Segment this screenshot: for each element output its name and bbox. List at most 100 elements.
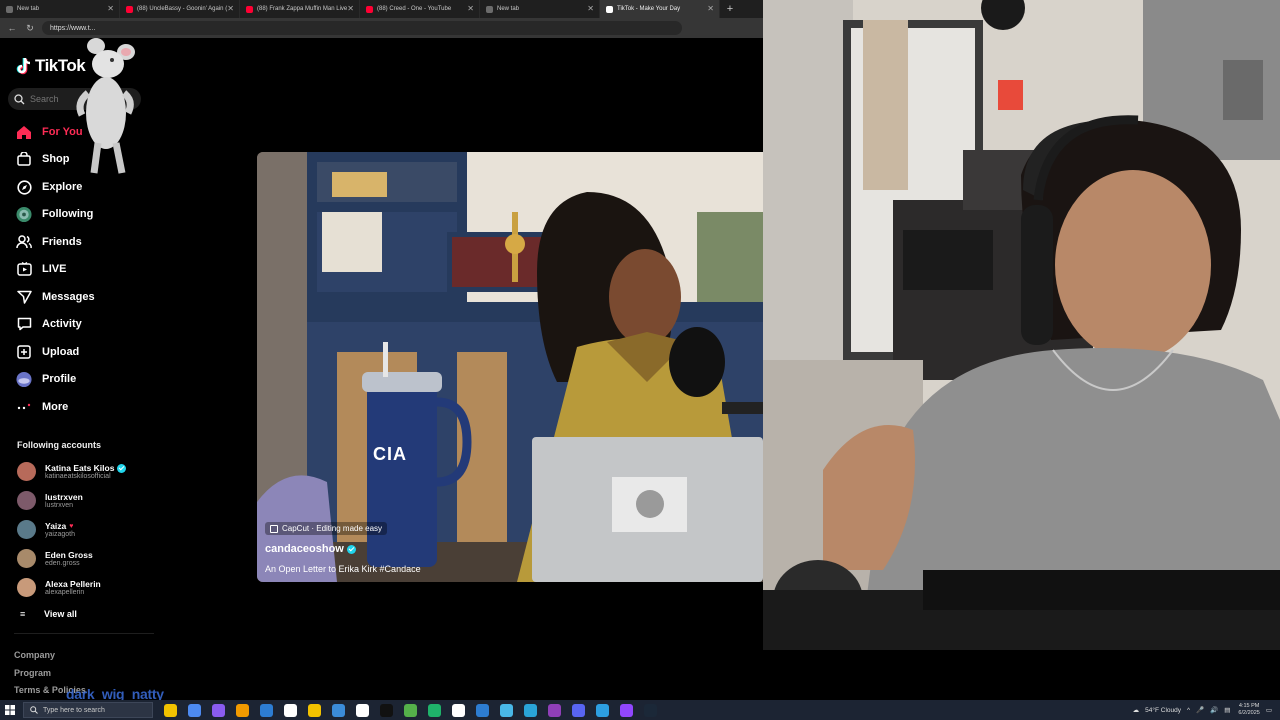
taskbar-app-icon[interactable] [284,703,297,717]
taskbar-app-icon[interactable] [524,703,537,717]
taskbar-search[interactable]: Type here to search [23,702,153,718]
reload-icon[interactable]: ↻ [24,22,36,34]
browser-tab-active[interactable]: TikTok - Make Your Day ✕ [600,0,720,18]
shop-icon [16,151,32,167]
nav-live[interactable]: LIVE [16,260,66,278]
taskbar-app-icon[interactable] [452,703,465,717]
taskbar-app-icon[interactable] [596,703,609,717]
nav-label: Profile [42,373,77,385]
taskbar-app-icon[interactable] [428,703,441,717]
network-icon[interactable]: ▤ [1224,706,1230,714]
account-item[interactable]: Alexa Pellerin alexapellerin [17,578,101,597]
close-icon[interactable]: ✕ [467,4,474,13]
view-all-button[interactable]: ≡ View all [20,609,77,619]
nav-more[interactable]: More [16,398,68,416]
taskbar-app-icon[interactable] [476,703,489,717]
nav-for-you[interactable]: For You [16,123,83,141]
youtube-icon [246,5,253,13]
nav-explore[interactable]: Explore [16,178,82,196]
account-username: eden.gross [45,560,80,567]
browser-tab[interactable]: (88) Creed - One - YouTube ✕ [360,0,480,18]
account-item[interactable]: lustrxven lustrxven [17,491,83,510]
account-item[interactable]: Eden Gross eden.gross [17,549,93,568]
close-icon[interactable]: ✕ [587,4,594,13]
taskbar-app-icon[interactable] [332,703,345,717]
windows-start-button[interactable] [0,700,20,720]
taskbar-app-icon[interactable] [404,703,417,717]
close-icon[interactable]: ✕ [347,4,354,13]
taskbar-app-icon[interactable] [164,703,177,717]
notification-icon[interactable]: ▭ [1266,706,1272,714]
list-icon: ≡ [20,609,26,619]
divider [14,633,154,634]
nav-label: More [42,401,69,413]
more-icon [16,399,32,415]
nav-label: Explore [42,181,83,193]
nav-following[interactable]: Following [16,205,93,223]
windows-taskbar: Type here to search ☁ 54°F Cloudy ^ 🎤 🔊 … [0,700,1280,720]
webcam-image [763,0,1280,650]
account-username: katinaeatskilosofficial [45,473,111,480]
nav-profile[interactable]: Profile [16,370,76,388]
taskbar-app-icon[interactable] [548,703,561,717]
nav-messages[interactable]: Messages [16,288,95,306]
nav-activity[interactable]: Activity [16,315,82,333]
taskbar-app-icon[interactable] [500,703,513,717]
navigation-bar: ← ↻ https://www.t... [0,18,763,38]
nav-label: Following [42,208,94,220]
account-name: Eden Gross [45,550,93,560]
taskbar-app-icon[interactable] [308,703,321,717]
browser-tab[interactable]: New tab ✕ [480,0,600,18]
footer-link-company[interactable]: Company [14,650,55,660]
close-icon[interactable]: ✕ [707,4,714,13]
tab-title: New tab [17,6,40,12]
account-username: yaizagoth [45,531,75,538]
tiktok-icon [606,5,613,13]
tab-title: (88) Frank Zappa Muffin Man Live [257,6,348,12]
browser-tab[interactable]: (88) UncleBassy - Goonin' Again (✕ [120,0,240,18]
weather-text[interactable]: 54°F Cloudy [1145,707,1181,714]
account-item[interactable]: Katina Eats Kilos katinaeatskilosofficia… [17,462,127,481]
nav-friends[interactable]: Friends [16,233,82,251]
clock[interactable]: 4:15 PM 6/2/2025 [1238,703,1259,717]
taskbar-app-icon[interactable] [236,703,249,717]
account-item[interactable]: Yaiza ♥ yaizagoth [17,520,75,539]
browser-tab[interactable]: New tab ✕ [0,0,120,18]
taskbar-app-icon[interactable] [212,703,225,717]
capcut-icon [270,524,278,533]
nav-shop[interactable]: Shop [16,150,70,168]
taskbar-app-icon[interactable] [260,703,273,717]
browser-tab[interactable]: (88) Frank Zappa Muffin Man Live ✕ [240,0,360,18]
new-tab-button[interactable]: + [720,0,740,18]
taskbar-app-icon[interactable] [572,703,585,717]
video-player[interactable]: CIA CapCut · Editing made easy candaceos… [257,152,763,582]
tab-strip: New tab ✕ (88) UncleBassy - Goonin' Again… [0,0,763,18]
capcut-label: CapCut · Editing made easy [282,524,383,533]
nav-upload[interactable]: Upload [16,343,79,361]
close-icon[interactable]: ✕ [107,4,114,13]
back-icon[interactable]: ← [6,22,18,34]
footer-link-program[interactable]: Program [14,668,51,678]
close-icon[interactable]: ✕ [227,4,234,13]
webcam-feed [763,0,1280,650]
profile-avatar-icon [16,371,32,387]
avatar [17,578,36,597]
avatar [17,549,36,568]
taskbar-app-icon[interactable] [644,703,657,717]
volume-icon[interactable]: 🔊 [1210,706,1218,714]
nav-label: Messages [42,291,95,303]
taskbar-app-icon[interactable] [356,703,369,717]
tiktok-note-icon [16,57,32,75]
address-bar[interactable]: https://www.t... [42,21,682,35]
capcut-badge[interactable]: CapCut · Editing made easy [265,522,388,535]
taskbar-app-icon[interactable] [188,703,201,717]
avatar [17,520,36,539]
chevron-up-icon[interactable]: ^ [1187,707,1190,714]
video-author[interactable]: candaceoshow [265,543,421,555]
video-caption: CapCut · Editing made easy candaceoshow … [265,520,421,574]
microphone-icon[interactable]: 🎤 [1196,706,1204,714]
windows-logo-icon [5,705,15,715]
taskbar-app-icon[interactable] [380,703,393,717]
taskbar-app-icon[interactable] [620,703,633,717]
nav-label: LIVE [42,263,67,275]
